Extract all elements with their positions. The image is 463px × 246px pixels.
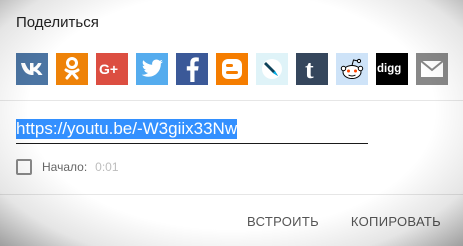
share-vk-button[interactable] — [16, 53, 48, 85]
start-time-checkbox[interactable] — [16, 159, 32, 175]
twitter-icon — [140, 59, 164, 79]
share-services-row: G+ t digg — [16, 53, 448, 85]
reddit-icon — [339, 57, 365, 81]
share-reddit-button[interactable] — [336, 53, 368, 85]
share-facebook-button[interactable] — [176, 53, 208, 85]
svg-text:t: t — [305, 57, 314, 81]
livejournal-icon — [260, 57, 284, 81]
vk-icon — [20, 61, 44, 77]
share-tumblr-button[interactable]: t — [296, 53, 328, 85]
svg-text:digg: digg — [377, 63, 401, 75]
dialog-actions: ВСТРОИТЬ КОПИРОВАТЬ — [247, 214, 441, 229]
share-digg-button[interactable]: digg — [376, 53, 408, 85]
share-url-text[interactable]: https://youtu.be/-W3giix33Nw — [16, 119, 238, 139]
share-twitter-button[interactable] — [136, 53, 168, 85]
embed-button[interactable]: ВСТРОИТЬ — [247, 214, 319, 229]
copy-button[interactable]: КОПИРОВАТЬ — [351, 214, 441, 229]
google-plus-icon: G+ — [99, 61, 125, 77]
start-time-label: Начало: — [42, 160, 88, 174]
share-email-button[interactable] — [416, 53, 448, 85]
blogger-icon — [221, 58, 243, 80]
divider-bottom — [0, 194, 463, 195]
share-blogger-button[interactable] — [216, 53, 248, 85]
start-time-row: Начало: 0:01 — [16, 159, 119, 175]
share-livejournal-button[interactable] — [256, 53, 288, 85]
share-odnoklassniki-button[interactable] — [56, 53, 88, 85]
share-url-field[interactable]: https://youtu.be/-W3giix33Nw — [16, 117, 368, 144]
share-google-plus-button[interactable]: G+ — [96, 53, 128, 85]
divider-top — [0, 100, 463, 101]
facebook-icon — [184, 56, 200, 82]
svg-text:G+: G+ — [99, 61, 118, 77]
start-time-input[interactable]: 0:01 — [95, 160, 118, 174]
share-dialog: Поделиться G+ t digg https://youtu.be/-W… — [0, 0, 463, 246]
dialog-title: Поделиться — [16, 14, 99, 31]
tumblr-icon: t — [304, 57, 320, 81]
odnoklassniki-icon — [62, 56, 82, 82]
email-icon — [420, 60, 444, 78]
digg-icon: digg — [377, 61, 407, 77]
